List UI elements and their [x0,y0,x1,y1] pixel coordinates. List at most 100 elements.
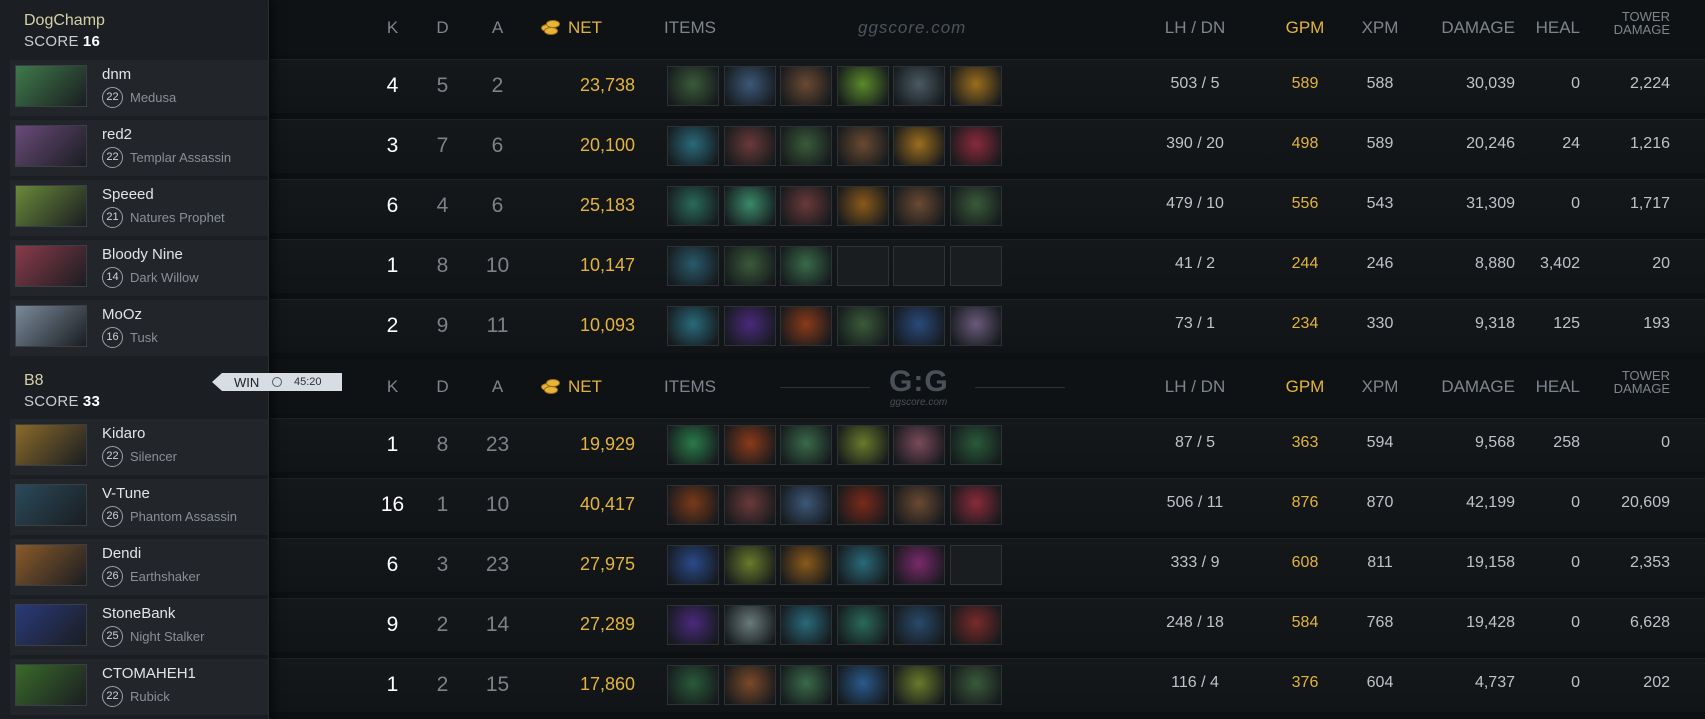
player-card[interactable]: dnm 22 Medusa [10,60,268,116]
column-heal[interactable]: HEAL [1525,18,1580,38]
staff-item-icon[interactable] [949,665,1002,705]
column-a[interactable]: A [475,18,520,38]
team-1-name[interactable]: DogChamp [24,12,105,30]
column-damage[interactable]: DAMAGE [1420,377,1515,397]
staff-item-icon[interactable] [836,306,889,346]
claw-item-icon[interactable] [780,186,832,226]
wand-item-icon[interactable] [780,425,832,465]
player-name[interactable]: dnm [102,66,131,83]
cleaver-item-icon[interactable] [667,485,719,525]
column-k[interactable]: K [370,377,415,397]
column-k[interactable]: K [370,18,415,38]
shield-item-icon[interactable] [780,306,832,346]
player-stats-row[interactable]: 1 2 15 17,860 116 / 4 376 604 4,737 0 202 [270,658,1705,712]
player-card[interactable]: red2 22 Templar Assassin [10,120,268,176]
player-name[interactable]: Bloody Nine [102,246,183,263]
staff-item-icon[interactable] [723,246,776,286]
helm-item-icon[interactable] [836,186,889,226]
orb-item-icon[interactable] [893,425,945,465]
boots-item-icon[interactable] [667,246,719,286]
cloak-item-icon[interactable] [667,605,719,645]
rapier-item-icon[interactable] [949,66,1002,106]
potion-item-icon[interactable] [893,306,945,346]
empty-slot-icon[interactable] [893,246,945,286]
column-net[interactable]: NET [568,18,618,38]
column-d[interactable]: D [420,377,465,397]
scythe-item-icon[interactable] [949,485,1002,525]
battlefury-item-icon[interactable] [836,485,889,525]
axe-item-icon[interactable] [667,126,719,166]
column-lh-dn[interactable]: LH / DN [1140,377,1250,397]
column-items[interactable]: ITEMS [664,18,734,38]
axe-item-icon[interactable] [780,605,832,645]
player-card[interactable]: Dendi 26 Earthshaker [10,539,268,595]
player-card[interactable]: Kidaro 22 Silencer [10,419,268,475]
column-xpm[interactable]: XPM [1355,377,1405,397]
globe-item-icon[interactable] [836,665,889,705]
player-card[interactable]: V-Tune 26 Phantom Assassin [10,479,268,535]
staff-item-icon[interactable] [949,186,1002,226]
empty-slot-icon[interactable] [949,246,1002,286]
trident-item-icon[interactable] [836,425,889,465]
cloak-item-icon[interactable] [723,306,776,346]
armor-item-icon[interactable] [667,186,719,226]
axe-item-icon[interactable] [723,605,776,645]
hammer-item-icon[interactable] [949,605,1002,645]
hood-item-icon[interactable] [949,306,1002,346]
column-items[interactable]: ITEMS [664,377,734,397]
column-tower-damage-line2[interactable]: DAMAGE [1590,382,1670,395]
player-stats-row[interactable]: 3 7 6 20,100 390 / 20 498 589 20,246 24 1,216 [270,119,1705,173]
player-name[interactable]: StoneBank [102,605,175,622]
claw-item-icon[interactable] [723,126,776,166]
player-stats-row[interactable]: 1 8 10 10,147 41 / 2 244 246 8,880 3,402 20 [270,239,1705,293]
empty-slot-icon[interactable] [836,246,889,286]
staff-item-icon[interactable] [667,66,719,106]
trident-item-icon[interactable] [893,665,945,705]
axe-item-icon[interactable] [667,306,719,346]
player-name[interactable]: Dendi [102,545,141,562]
trident-item-icon[interactable] [723,545,776,585]
player-name[interactable]: Kidaro [102,425,145,442]
wisp-item-icon[interactable] [723,186,776,226]
axe-item-icon[interactable] [836,545,889,585]
column-xpm[interactable]: XPM [1355,18,1405,38]
player-name[interactable]: red2 [102,126,132,143]
boots-item-icon[interactable] [893,186,945,226]
player-stats-row[interactable]: 4 5 2 23,738 503 / 5 589 588 30,039 0 2,224 [270,59,1705,113]
staff-item-icon[interactable] [780,126,832,166]
spear-item-icon[interactable] [893,605,945,645]
column-damage[interactable]: DAMAGE [1420,18,1515,38]
scythe-item-icon[interactable] [949,126,1002,166]
shield-item-icon[interactable] [723,665,776,705]
column-gpm[interactable]: GPM [1265,377,1345,397]
wand-item-icon[interactable] [780,246,832,286]
player-stats-row[interactable]: 16 1 10 40,417 506 / 11 876 870 42,199 0 20,609 [270,478,1705,532]
crown-item-icon[interactable] [949,425,1002,465]
claw-item-icon[interactable] [723,485,776,525]
player-name[interactable]: CTOMAHEH1 [102,665,196,682]
column-tower-damage-line2[interactable]: DAMAGE [1590,23,1670,36]
player-stats-row[interactable]: 9 2 14 27,289 248 / 18 584 768 19,428 0 6,628 [270,598,1705,652]
player-card[interactable]: MoOz 16 Tusk [10,300,268,356]
column-d[interactable]: D [420,18,465,38]
shield-item-icon[interactable] [723,425,776,465]
player-stats-row[interactable]: 6 3 23 27,975 333 / 9 608 811 19,158 0 2,353 [270,538,1705,592]
team-2-name[interactable]: B8 [24,372,100,390]
boots-item-icon[interactable] [836,126,889,166]
eye-item-icon[interactable] [893,66,945,106]
player-card[interactable]: CTOMAHEH1 22 Rubick [10,659,268,715]
column-net[interactable]: NET [568,377,618,397]
column-a[interactable]: A [475,377,520,397]
player-name[interactable]: V-Tune [102,485,150,502]
player-stats-row[interactable]: 1 8 23 19,929 87 / 5 363 594 9,568 258 0 [270,418,1705,472]
gem-item-icon[interactable] [667,665,719,705]
boots-item-icon[interactable] [780,66,832,106]
player-stats-row[interactable]: 2 9 11 10,093 73 / 1 234 330 9,318 125 193 [270,299,1705,353]
player-card[interactable]: Bloody Nine 14 Dark Willow [10,240,268,296]
helm-item-icon[interactable] [780,545,832,585]
player-stats-row[interactable]: 6 4 6 25,183 479 / 10 556 543 31,309 0 1,717 [270,179,1705,233]
axe-item-icon[interactable] [780,485,832,525]
player-name[interactable]: Speeed [102,186,154,203]
armor-item-icon[interactable] [836,605,889,645]
axe-item-icon[interactable] [723,66,776,106]
